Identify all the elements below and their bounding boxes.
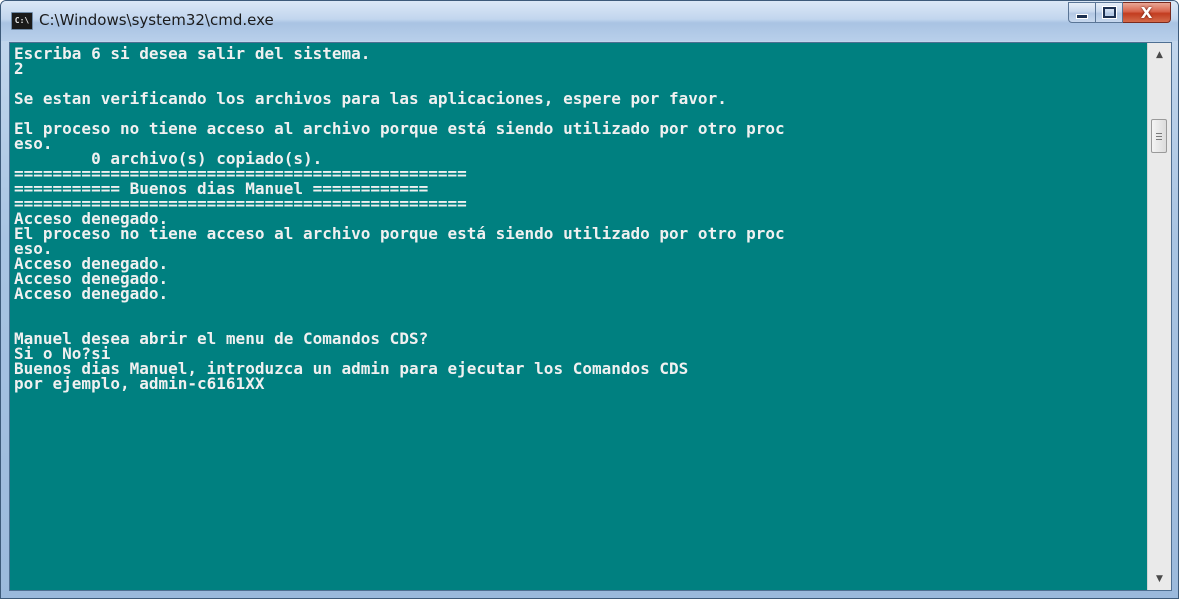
console-client-area: Escriba 6 si desea salir del sistema. 2 … [9,42,1172,591]
scroll-down-button[interactable]: ▼ [1148,567,1171,590]
scrollbar-thumb[interactable] [1151,119,1167,153]
console-line: por ejemplo, admin-c6161XX [14,374,265,393]
console-line: Se estan verificando los archivos para l… [14,89,727,108]
console-line: Acceso denegado. [14,284,169,303]
grip-line [1156,133,1162,134]
vertical-scrollbar[interactable]: ▲ ▼ [1147,43,1171,590]
grip-line [1156,136,1162,137]
close-icon: X [1140,3,1153,22]
console-line: El proceso no tiene acceso al archivo po… [14,119,785,138]
close-button[interactable]: X [1123,2,1171,23]
cmd-window: C:\ C:\Windows\system32\cmd.exe X Escrib… [0,0,1179,599]
minimize-icon [1076,14,1088,19]
console-line: Escriba 6 si desea salir del sistema. [14,44,371,63]
scroll-down-arrow-icon: ▼ [1156,573,1163,584]
grip-line [1156,139,1162,140]
cmd-icon[interactable]: C:\ [11,12,33,30]
title-bar[interactable]: C:\ C:\Windows\system32\cmd.exe X [1,1,1178,41]
console-output[interactable]: Escriba 6 si desea salir del sistema. 2 … [10,43,1147,590]
maximize-button[interactable] [1096,2,1123,23]
maximize-icon [1102,7,1116,18]
scroll-up-button[interactable]: ▲ [1148,43,1171,66]
console-line: El proceso no tiene acceso al archivo po… [14,224,785,243]
scroll-up-arrow-icon: ▲ [1156,49,1163,60]
console-line: 2 [14,59,24,78]
window-title: C:\Windows\system32\cmd.exe [39,11,274,29]
minimize-button[interactable] [1068,2,1096,23]
caption-buttons: X [1068,2,1171,24]
